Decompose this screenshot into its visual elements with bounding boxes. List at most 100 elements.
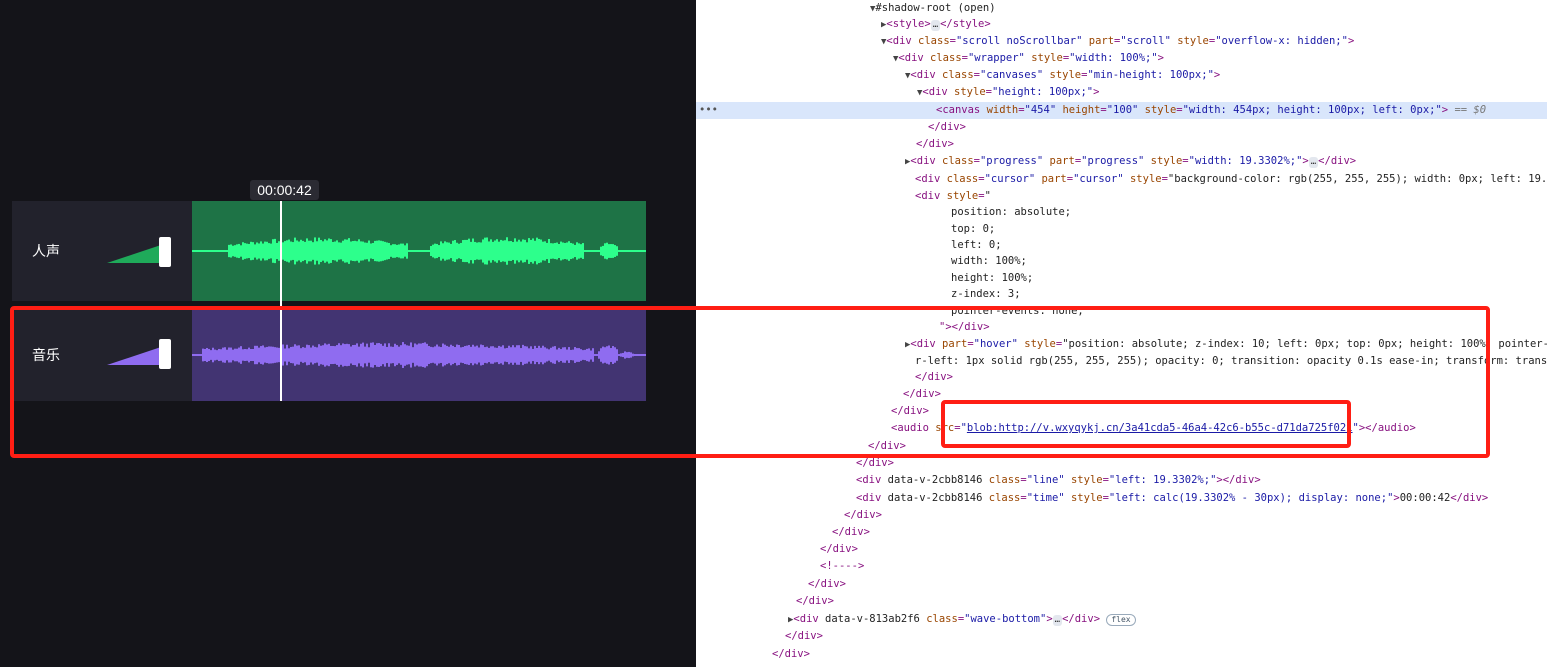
waveform-bar xyxy=(510,241,512,261)
dom-node-line[interactable]: </div> xyxy=(696,628,1547,645)
dom-node-line[interactable]: ▼#shadow-root (open) xyxy=(696,0,1547,17)
dom-node-line[interactable]: </div> xyxy=(696,119,1547,136)
dom-node-line[interactable]: position: absolute; xyxy=(696,204,1547,221)
dom-node-line[interactable]: ▶<style>… </style> xyxy=(696,16,1547,33)
waveform-bar xyxy=(436,243,438,259)
dom-node-line[interactable]: </div> xyxy=(696,646,1547,663)
flex-badge[interactable]: flex xyxy=(1106,614,1136,626)
ellipsis-expand-icon[interactable]: … xyxy=(930,20,941,31)
ellipsis-expand-icon[interactable]: … xyxy=(1308,157,1319,168)
waveform-bar xyxy=(538,238,540,264)
waveform-bar xyxy=(354,240,356,262)
waveform-bar xyxy=(476,242,478,260)
waveform-bar xyxy=(492,241,494,261)
volume-handle xyxy=(159,237,171,267)
more-actions-icon[interactable]: ••• xyxy=(699,102,718,119)
waveform-bar xyxy=(270,243,272,259)
dom-node-line[interactable]: ▼<div class="canvases" style="min-height… xyxy=(696,67,1547,84)
waveform-bar xyxy=(574,244,576,258)
dom-node-line[interactable]: ▶<div data-v-813ab2f6 class="wave-bottom… xyxy=(696,611,1547,628)
waveform-bar xyxy=(560,241,562,261)
dom-node-line[interactable]: width: 100%; xyxy=(696,253,1547,270)
waveform-bar xyxy=(608,244,610,258)
waveform-bar xyxy=(256,242,258,260)
dom-node-line[interactable]: </div> xyxy=(696,576,1547,593)
waveform-bar xyxy=(326,240,328,262)
dom-node-line[interactable]: </div> xyxy=(696,593,1547,610)
waveform[interactable] xyxy=(192,201,646,301)
dom-node-line[interactable]: ▼<div style="height: 100px;"> xyxy=(696,84,1547,101)
waveform-bar xyxy=(370,243,372,259)
waveform-bar xyxy=(464,239,466,263)
waveform-bar xyxy=(536,237,538,265)
waveform-bar xyxy=(246,243,248,259)
waveform-bar xyxy=(334,241,336,261)
selected-dom-node[interactable]: ••• <canvas width="454" height="100" styl… xyxy=(696,102,1547,119)
waveform-bar xyxy=(480,242,482,260)
waveform-bar xyxy=(234,245,236,257)
waveform-bar xyxy=(298,241,300,261)
ellipsis-expand-icon[interactable]: … xyxy=(1052,615,1063,626)
waveform-bar xyxy=(530,239,532,263)
dom-node-line[interactable]: height: 100%; xyxy=(696,270,1547,287)
waveform-bar xyxy=(524,239,526,263)
waveform-bar xyxy=(600,246,602,256)
waveform-bar xyxy=(352,241,354,261)
waveform-bar xyxy=(344,239,346,263)
waveform-bar xyxy=(610,244,612,258)
waveform-bar xyxy=(486,237,488,265)
dom-node-line[interactable]: top: 0; xyxy=(696,221,1547,238)
dom-node-line[interactable]: ▼<div class="scroll noScrollbar" part="s… xyxy=(696,33,1547,50)
waveform-bar xyxy=(378,240,380,262)
waveform-bar xyxy=(258,243,260,259)
waveform-bar xyxy=(472,238,474,264)
waveform-bar xyxy=(564,242,566,260)
waveform-bar xyxy=(342,240,344,262)
dom-node-line[interactable]: ▶<div class="progress" part="progress" s… xyxy=(696,153,1547,170)
dom-node-line[interactable]: <div class="cursor" part="cursor" style=… xyxy=(696,171,1547,188)
current-time-label: 00:00:42 xyxy=(250,180,319,200)
dom-node-line[interactable]: left: 0; xyxy=(696,237,1547,254)
waveform-bar xyxy=(478,242,480,260)
waveform-bar xyxy=(612,244,614,258)
waveform-bar xyxy=(358,239,360,263)
waveform-bar xyxy=(362,241,364,261)
dom-node-line[interactable]: <div style=" xyxy=(696,188,1547,205)
waveform-bar xyxy=(534,240,536,262)
dom-node-line[interactable]: </div> xyxy=(696,524,1547,541)
waveform-bar xyxy=(556,242,558,260)
waveform-bar xyxy=(340,242,342,260)
volume-slider[interactable] xyxy=(107,237,179,267)
waveform-bar xyxy=(328,238,330,264)
dom-node-line[interactable]: ▼<div class="wrapper" style="width: 100%… xyxy=(696,50,1547,67)
waveform-bar xyxy=(250,241,252,261)
dom-node-line[interactable]: z-index: 3; xyxy=(696,286,1547,303)
waveform-bar xyxy=(262,243,264,259)
dom-node-line[interactable]: <div data-v-2cbb8146 class="time" style=… xyxy=(696,490,1547,507)
dom-node-line[interactable]: <div data-v-2cbb8146 class="line" style=… xyxy=(696,472,1547,489)
waveform-bar xyxy=(506,237,508,265)
waveform-bar xyxy=(390,245,392,257)
waveform-bar xyxy=(404,245,406,257)
waveform-bar xyxy=(312,242,314,260)
dom-node-line[interactable]: </div> xyxy=(696,541,1547,558)
dom-node-line[interactable]: <!----> xyxy=(696,558,1547,575)
waveform-bar xyxy=(512,242,514,260)
waveform-bar xyxy=(544,241,546,261)
waveform-bar xyxy=(296,240,298,262)
waveform-bar xyxy=(324,239,326,263)
waveform-bar xyxy=(356,241,358,261)
waveform-bar xyxy=(372,242,374,260)
waveform-bar xyxy=(260,241,262,261)
waveform-bar xyxy=(470,241,472,261)
dom-node-line[interactable]: </div> xyxy=(696,507,1547,524)
waveform-bar xyxy=(274,238,276,264)
waveform-bar xyxy=(386,242,388,260)
vocal-track[interactable]: 人声 xyxy=(12,201,646,301)
waveform-bar xyxy=(236,244,238,258)
waveform-bar xyxy=(294,237,296,265)
waveform-bar xyxy=(288,239,290,263)
waveform-bar xyxy=(548,238,550,264)
waveform-bar xyxy=(254,244,256,258)
dom-node-line[interactable]: </div> xyxy=(696,136,1547,153)
